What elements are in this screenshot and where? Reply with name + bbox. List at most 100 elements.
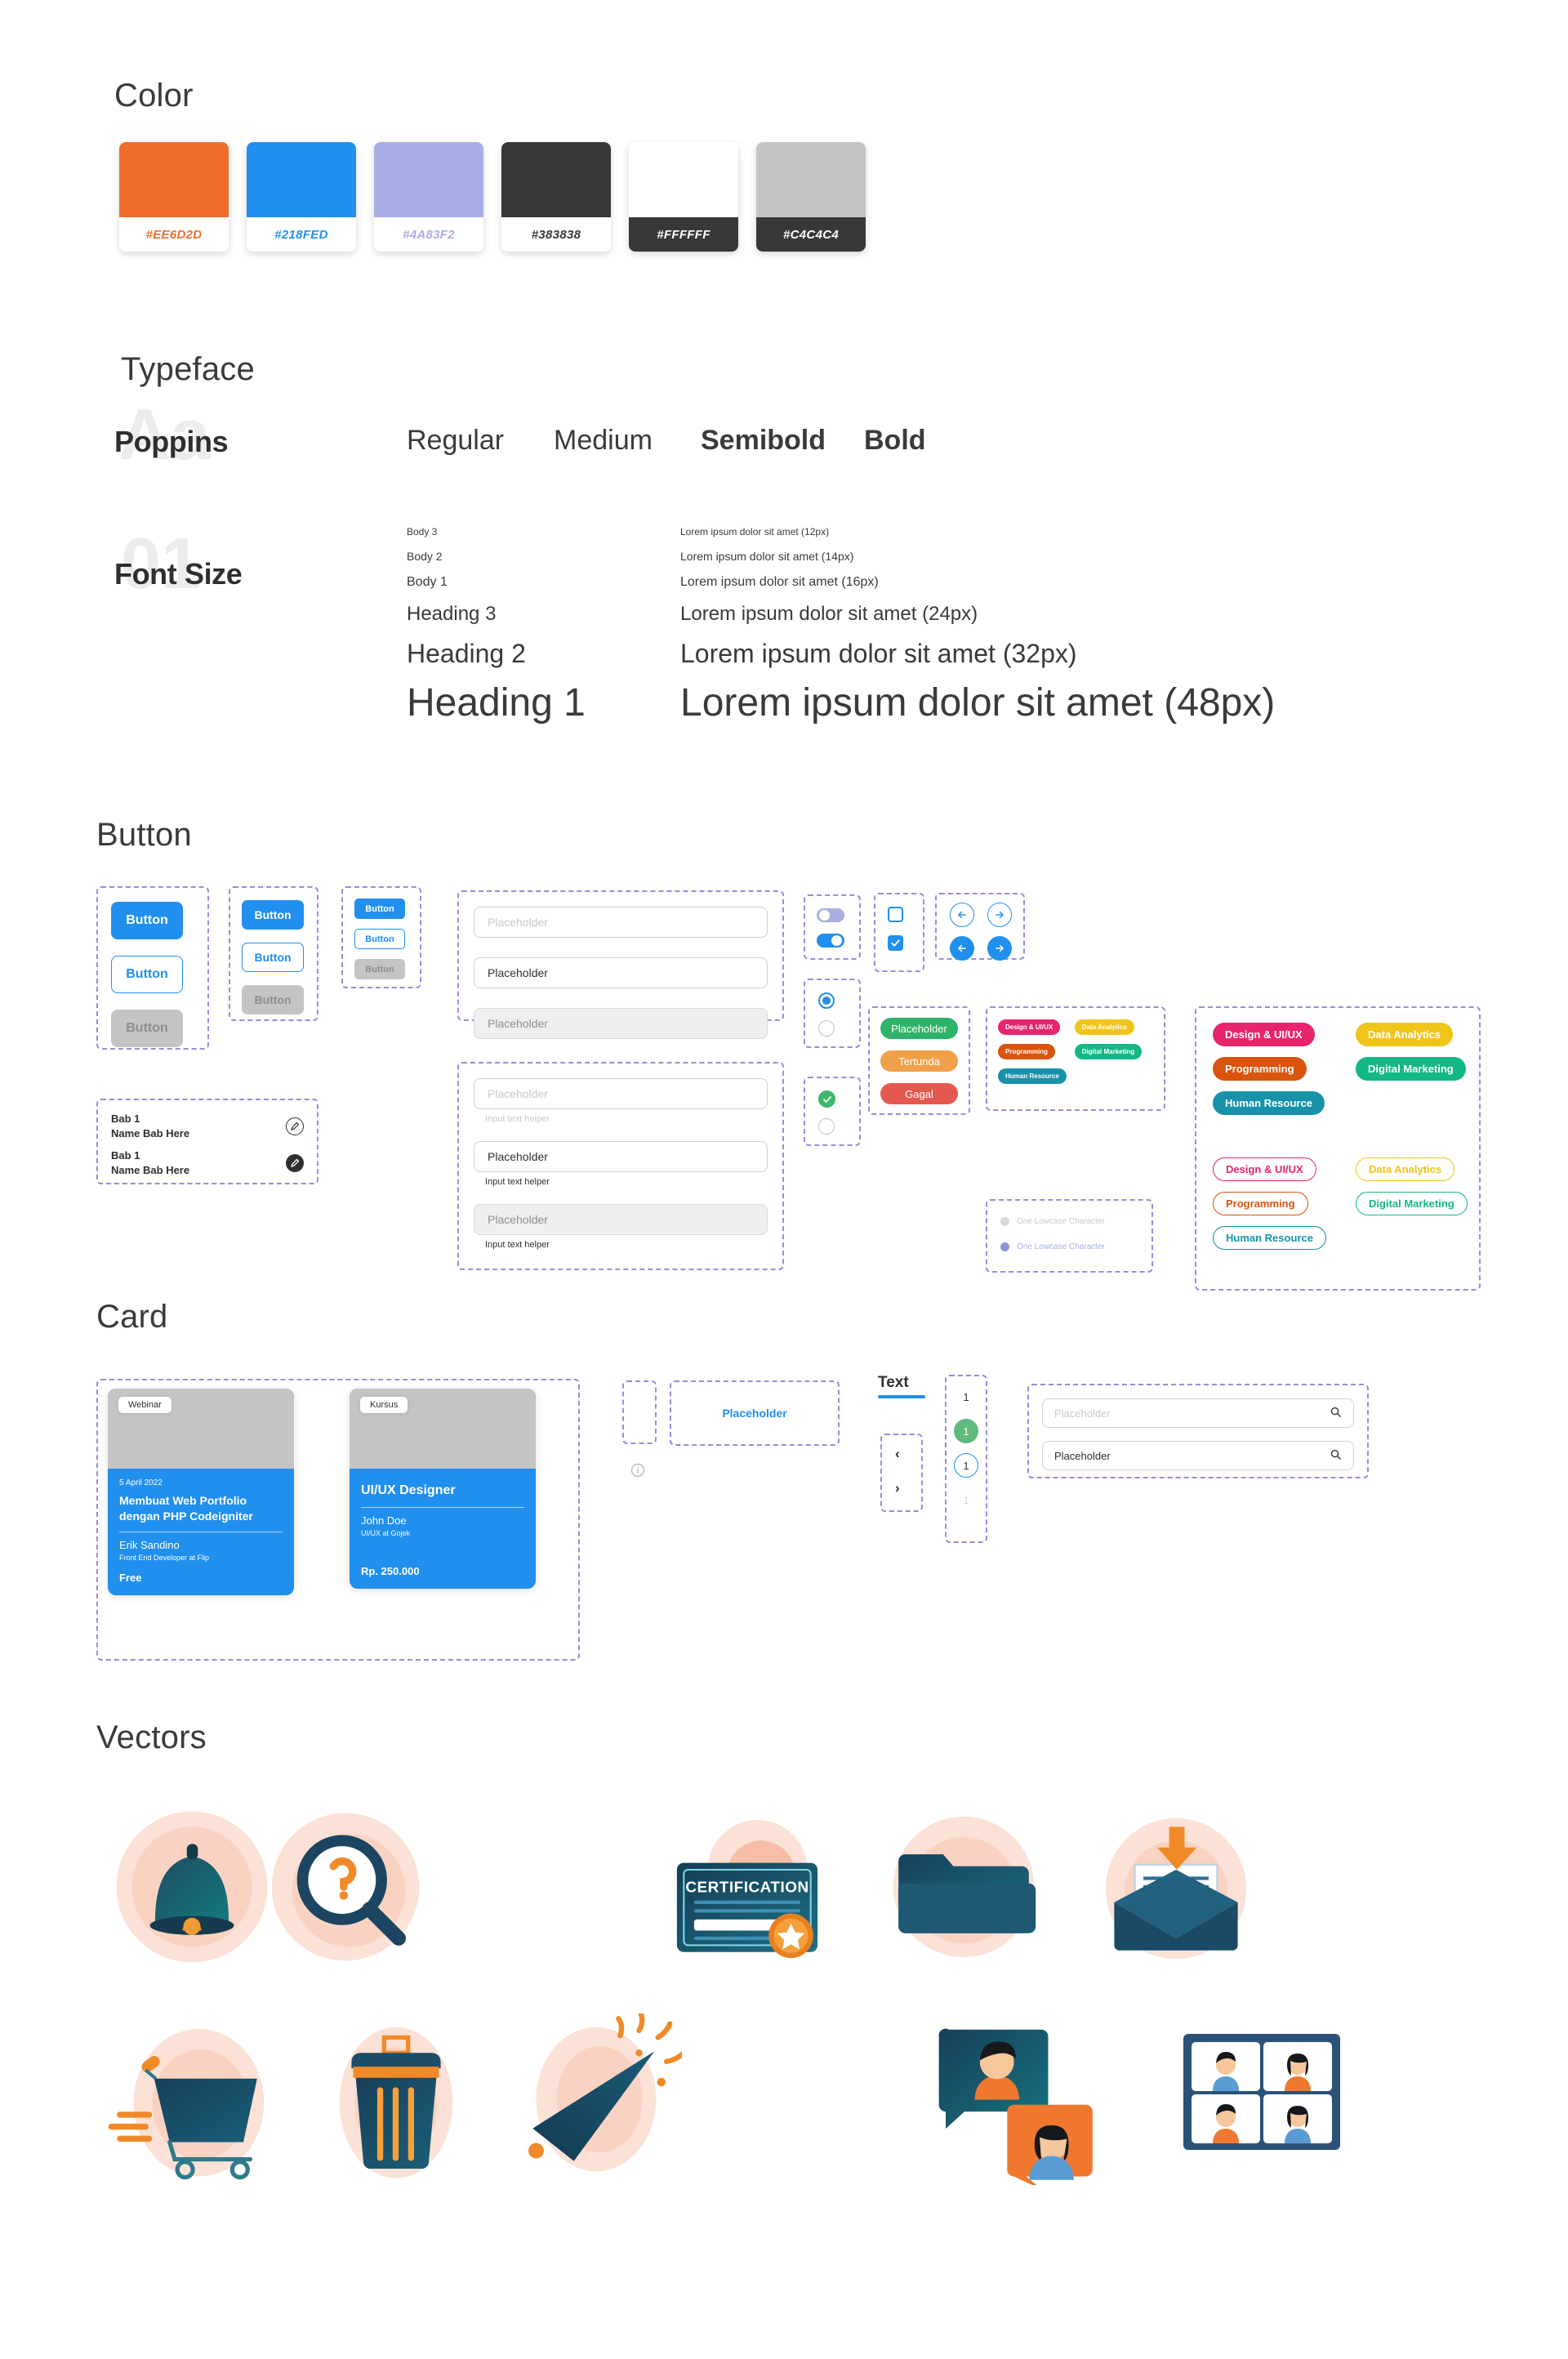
chip-programming-outline[interactable]: Programming [1213,1192,1308,1215]
color-swatch[interactable]: #4A83F2 [374,142,483,252]
chip-human-resource[interactable]: Human Resource [1213,1091,1325,1115]
info-icon[interactable] [630,1462,646,1483]
search-input-filled[interactable]: Placeholder [1042,1441,1354,1470]
edit-outline-icon[interactable] [286,1117,304,1135]
toggle-off[interactable] [817,908,844,922]
pagination-page-current[interactable]: 1 [954,1419,978,1443]
input-filled[interactable]: Placeholder [474,957,768,988]
font-size-name: Body 3 [407,526,438,537]
input-field-with-helper: Placeholder Input text helper [474,1141,768,1187]
chevron-left-icon[interactable]: ‹ [895,1446,900,1462]
edit-filled-icon[interactable] [286,1153,304,1172]
chip-digital-marketing[interactable]: Digital Marketing [1356,1057,1466,1081]
button-primary-large[interactable]: Button [111,902,183,939]
search-icon[interactable] [1330,1448,1342,1463]
button-disabled-medium: Button [242,985,304,1015]
tab-active-underline [878,1395,925,1398]
chip-digital-marketing-outline[interactable]: Digital Marketing [1356,1192,1468,1215]
chip-programming[interactable]: Programming [998,1044,1056,1059]
course-card-kursus[interactable]: Kursus UI/UX Designer John Doe UI/UX at … [350,1389,536,1589]
search-input-empty[interactable]: Placeholder [1042,1398,1354,1428]
swatch-hex-label: #4A83F2 [374,217,483,252]
chip-digital-marketing[interactable]: Digital Marketing [1074,1044,1143,1059]
tab-active[interactable]: Text [878,1374,925,1398]
card-price: Rp. 250.000 [361,1564,420,1577]
arrow-right-filled-icon[interactable] [987,936,1012,961]
radio-unselected[interactable] [818,1118,835,1135]
chat-people-icon [927,1997,1115,2185]
pagination-page-default[interactable]: 1 [954,1385,978,1409]
chip-design-uiux[interactable]: Design & UI/UX [998,1019,1061,1035]
input-field-with-helper: Placeholder Input text helper [474,1078,768,1124]
color-swatch[interactable]: #383838 [501,142,611,252]
section-title-typeface: Typeface [121,351,255,387]
typeface-weight-semibold: Semibold [701,425,826,456]
rule-dot-icon [1000,1242,1009,1251]
card-instructor-role: UI/UX at Gojek [361,1528,411,1537]
button-outline-large[interactable]: Button [111,956,183,993]
toggle-knob [831,935,842,946]
input-empty[interactable]: Placeholder [474,1078,768,1109]
chip-group-large-outline: Design & UI/UX Data Analytics Programmin… [1213,1157,1468,1250]
radio-unselected[interactable] [818,1020,835,1037]
color-swatch[interactable]: #C4C4C4 [756,142,866,252]
input-field-with-helper: Placeholder Input text helper [474,1204,768,1250]
chip-human-resource-outline[interactable]: Human Resource [1213,1226,1326,1250]
card-price: Free [119,1571,142,1584]
chip-human-resource[interactable]: Human Resource [998,1068,1067,1084]
input-disabled: Placeholder [474,1008,768,1039]
arrow-left-outline-icon[interactable] [950,903,974,927]
card-title: UI/UX Designer [361,1483,456,1497]
course-card-webinar[interactable]: Webinar 5 April 2022 Membuat Web Portfol… [108,1389,294,1595]
font-size-name: Heading 3 [407,603,497,625]
chapter-row[interactable]: Bab 1 Name Bab Here [111,1112,304,1140]
chapter-name: Name Bab Here [111,1163,190,1176]
checkbox-unchecked[interactable] [888,907,903,922]
chip-data-analytics[interactable]: Data Analytics [1074,1019,1134,1035]
radio-success-checked-icon[interactable] [818,1090,835,1108]
color-swatch[interactable]: #EE6D2D [119,142,229,252]
card-tag-badge: Kursus [360,1397,408,1413]
radio-selected[interactable] [818,992,835,1009]
radio-success-group [818,1090,835,1135]
toggle-on[interactable] [817,934,844,948]
button-primary-medium[interactable]: Button [242,900,304,930]
font-size-sample: Lorem ipsum dolor sit amet (12px) [680,526,830,537]
chip-design-uiux-outline[interactable]: Design & UI/UX [1213,1157,1316,1181]
color-swatch[interactable]: #218FED [247,142,356,252]
button-disabled-small: Button [354,959,405,979]
button-outline-small[interactable]: Button [354,929,405,949]
swatch-color-chip [119,142,229,217]
typeface-weight-bold: Bold [864,425,926,456]
card-divider [361,1506,524,1508]
input-filled[interactable]: Placeholder [474,1141,768,1172]
font-size-row: Body 1 Lorem ipsum dolor sit amet (16px) [407,569,1370,596]
chip-data-analytics[interactable]: Data Analytics [1356,1023,1454,1046]
input-helper-text: Input text helper [485,1240,550,1250]
checkbox-checked[interactable] [888,935,903,951]
pagination-group: 1 1 1 1 [954,1385,978,1512]
font-size-row: Heading 1 Lorem ipsum dolor sit amet (48… [407,675,1370,732]
section-title-button: Button [96,817,192,853]
arrow-right-outline-icon[interactable] [987,903,1012,927]
chip-data-analytics-outline[interactable]: Data Analytics [1356,1157,1455,1181]
button-primary-small[interactable]: Button [354,899,405,919]
chapter-row[interactable]: Bab 1 Name Bab Here [111,1148,304,1177]
swatch-hex-label: #FFFFFF [629,217,738,252]
input-empty[interactable]: Placeholder [474,907,768,938]
font-size-sample: Lorem ipsum dolor sit amet (24px) [680,603,978,625]
chip-programming[interactable]: Programming [1213,1057,1307,1081]
arrow-left-filled-icon[interactable] [950,936,974,961]
search-icon[interactable] [1330,1406,1342,1420]
card-title: Membuat Web Portfolio dengan PHP Codeign… [119,1494,253,1523]
toggle-knob [819,910,830,921]
video-call-grid-icon [1172,2009,1352,2173]
swatch-hex-label: #383838 [501,217,611,252]
button-outline-medium[interactable]: Button [242,943,304,972]
chevron-right-icon[interactable]: › [895,1480,900,1496]
pagination-page-outline[interactable]: 1 [954,1453,978,1478]
color-swatch[interactable]: #FFFFFF [629,142,738,252]
chip-design-uiux[interactable]: Design & UI/UX [1213,1023,1315,1046]
certificate-title-text: CERTIFICATION [685,1879,808,1896]
chevron-group-frame [880,1434,923,1512]
